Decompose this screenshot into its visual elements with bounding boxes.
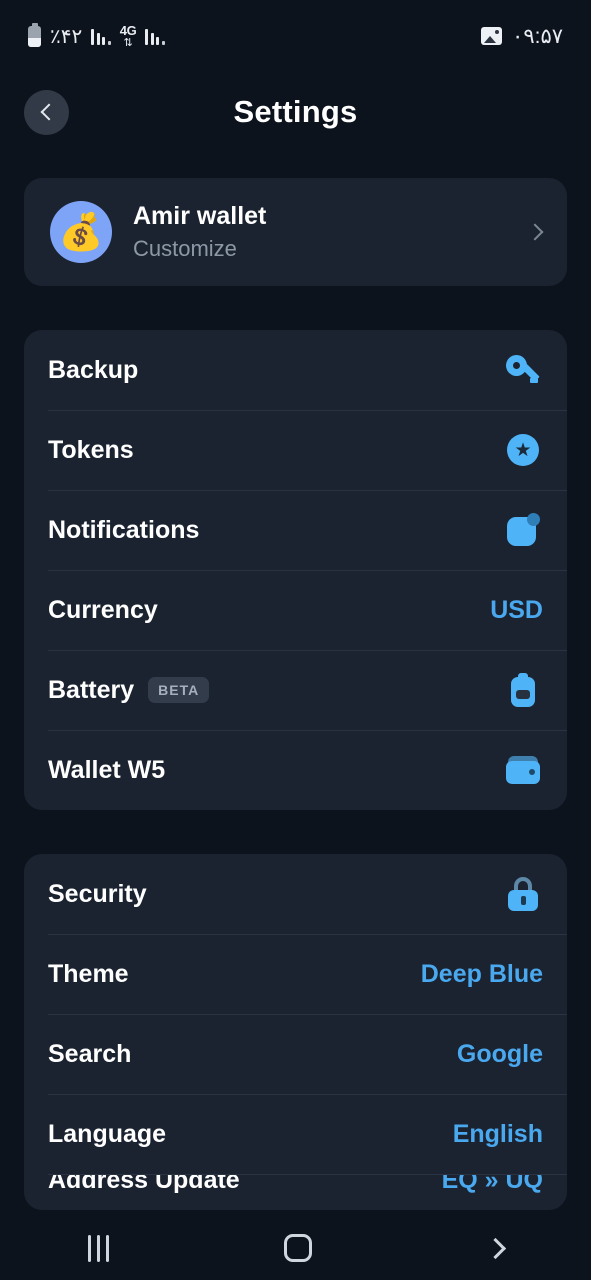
wallet-subtitle: Customize — [133, 236, 237, 261]
home-icon[interactable] — [284, 1234, 313, 1262]
key-icon — [503, 350, 543, 390]
settings-row-currency[interactable]: Currency USD — [24, 570, 567, 650]
row-label: Wallet W5 — [48, 755, 166, 784]
settings-row-backup[interactable]: Backup — [24, 330, 567, 410]
star-circle-icon: ★ — [503, 430, 543, 470]
battery-icon — [28, 22, 41, 47]
settings-group-one: Backup Tokens ★ Notifications Currency U… — [24, 330, 567, 810]
settings-row-tokens[interactable]: Tokens ★ — [24, 410, 567, 490]
status-bar-right: ۰۹:۵۷ — [481, 24, 563, 49]
row-label: Tokens — [48, 435, 134, 464]
row-label: Theme — [48, 959, 129, 988]
row-label: Currency — [48, 595, 158, 624]
wallet-card[interactable]: 💰 Amir wallet Customize — [24, 178, 567, 286]
battery-percent: ٪۴۲ — [50, 25, 83, 48]
recents-icon[interactable] — [87, 1234, 109, 1262]
photo-icon — [481, 27, 503, 45]
row-label: Backup — [48, 355, 139, 384]
page-title: Settings — [233, 94, 358, 129]
row-value: English — [452, 1119, 543, 1148]
back-button[interactable] — [24, 89, 69, 135]
clock-label: ۰۹:۵۷ — [512, 24, 563, 48]
wallet-name: Amir wallet — [133, 202, 267, 230]
chevron-left-icon — [40, 103, 57, 121]
row-label: Battery — [48, 675, 135, 704]
row-label: Address Update — [48, 1174, 240, 1194]
notification-badge-icon — [503, 510, 543, 550]
settings-row-language[interactable]: Language English — [24, 1094, 567, 1174]
system-nav-bar — [0, 1216, 591, 1280]
settings-row-notifications[interactable]: Notifications — [24, 490, 567, 570]
network-type-label: 4G — [119, 22, 137, 38]
settings-row-security[interactable]: Security — [24, 854, 567, 934]
settings-row-search[interactable]: Search Google — [24, 1014, 567, 1094]
settings-row-wallet-w5[interactable]: Wallet W5 — [24, 730, 567, 810]
network-arrows: ⇅ — [123, 36, 133, 49]
settings-row-address-update[interactable]: Address Update EQ » UQ — [24, 1174, 567, 1210]
data-transfer-icon: 4G ⇅ — [120, 24, 137, 49]
row-value: Deep Blue — [420, 959, 543, 988]
chevron-right-icon — [526, 223, 544, 241]
back-icon[interactable] — [485, 1237, 507, 1259]
row-label: Search — [48, 1039, 132, 1068]
row-label: Notifications — [48, 515, 200, 544]
page-header: Settings — [0, 72, 591, 152]
row-value: Google — [456, 1039, 543, 1068]
wallet-icon — [503, 750, 543, 790]
wallet-text: Amir wallet Customize — [133, 202, 266, 262]
signal-bars-icon — [91, 27, 111, 45]
settings-group-two: Security Theme Deep Blue Search Google L… — [24, 854, 567, 1210]
settings-row-battery[interactable]: Battery BETA — [24, 650, 567, 730]
status-bar-left: ٪۴۲ 4G ⇅ — [28, 22, 165, 49]
status-bar: ٪۴۲ 4G ⇅ ۰۹:۵۷ — [0, 0, 591, 72]
row-label: Language — [48, 1119, 167, 1148]
signal-bars-secondary-icon — [145, 27, 165, 45]
row-value: EQ » UQ — [441, 1174, 543, 1194]
status-badge: BETA — [148, 677, 210, 703]
row-label: Security — [48, 879, 147, 908]
settings-row-theme[interactable]: Theme Deep Blue — [24, 934, 567, 1014]
row-value: USD — [490, 595, 543, 624]
avatar: 💰 — [50, 201, 112, 263]
lock-icon — [503, 874, 543, 914]
phone-screen: ٪۴۲ 4G ⇅ ۰۹:۵۷ Settings 💰 Amir wallet Cu… — [0, 0, 591, 1280]
battery-icon — [503, 670, 543, 710]
